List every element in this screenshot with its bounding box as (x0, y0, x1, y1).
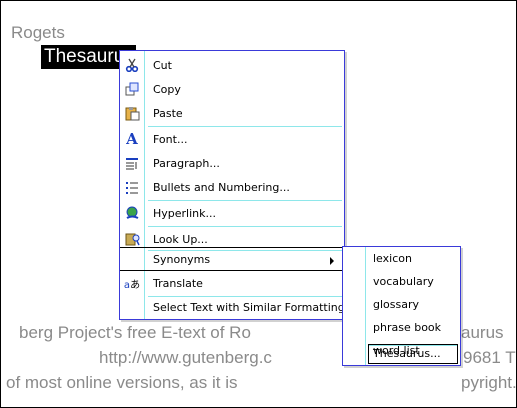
submenu-icon-gutter (343, 247, 366, 365)
menu-item-label: Paste (153, 107, 183, 120)
menu-item-label: Synonyms (153, 253, 211, 266)
doc-text-line: pyright. (461, 373, 517, 392)
menu-item-bullets[interactable]: Bullets and Numbering... (120, 175, 344, 199)
font-icon: A (126, 130, 138, 148)
menu-item-label: Translate (153, 277, 203, 290)
menu-item-translate[interactable]: aあ Translate (120, 271, 344, 295)
doc-text-line: of most online versions, as it is (6, 373, 238, 392)
menu-item-font[interactable]: A Font... (120, 127, 344, 151)
doc-hyperlink-text[interactable]: http://www.gutenberg.c (99, 348, 272, 368)
doc-text-line: Rogets (11, 23, 65, 42)
doc-text-line: berg Project's free E-text of Ro (19, 323, 251, 342)
menu-item-label: Paragraph... (153, 157, 220, 170)
translate-icon: aあ (123, 279, 141, 291)
paste-icon (120, 106, 144, 121)
menu-item-synonyms[interactable]: Synonyms (120, 247, 344, 271)
synonym-item[interactable]: lexicon (373, 252, 412, 265)
doc-text-line: aurus (461, 323, 504, 342)
menu-item-label: Hyperlink... (153, 207, 216, 220)
synonym-item[interactable]: glossary (373, 298, 419, 311)
paragraph-icon (120, 157, 144, 170)
synonym-item[interactable]: vocabulary (373, 275, 434, 288)
menu-item-copy[interactable]: Copy (120, 77, 344, 101)
menu-item-paste[interactable]: Paste (120, 101, 344, 125)
hyperlink-icon (120, 206, 144, 221)
lookup-icon (120, 232, 144, 246)
synonyms-submenu: lexicon vocabulary glossary phrase book … (342, 246, 461, 366)
menu-item-select-similar[interactable]: Select Text with Similar Formatting (120, 295, 345, 319)
menu-item-paragraph[interactable]: Paragraph... (120, 151, 344, 175)
menu-item-cut[interactable]: Cut (120, 53, 344, 77)
menu-item-label: Font... (153, 133, 188, 146)
thesaurus-item[interactable]: Thesaurus... (373, 347, 441, 360)
submenu-arrow-icon (330, 257, 334, 265)
scissors-icon (120, 58, 144, 72)
copy-icon (120, 82, 144, 96)
menu-item-label: Bullets and Numbering... (153, 181, 290, 194)
menu-item-label: Look Up... (153, 233, 208, 246)
synonym-item[interactable]: phrase book (373, 321, 441, 334)
context-menu: Cut Copy Paste A Font... Paragraph... Bu… (119, 50, 345, 320)
bullets-icon (120, 181, 144, 194)
menu-item-label: Cut (153, 59, 172, 72)
menu-item-hyperlink[interactable]: Hyperlink... (120, 201, 344, 225)
menu-item-label: Copy (153, 83, 181, 96)
menu-item-label: Select Text with Similar Formatting (153, 301, 345, 314)
doc-text-line: 9681 T (463, 348, 516, 367)
